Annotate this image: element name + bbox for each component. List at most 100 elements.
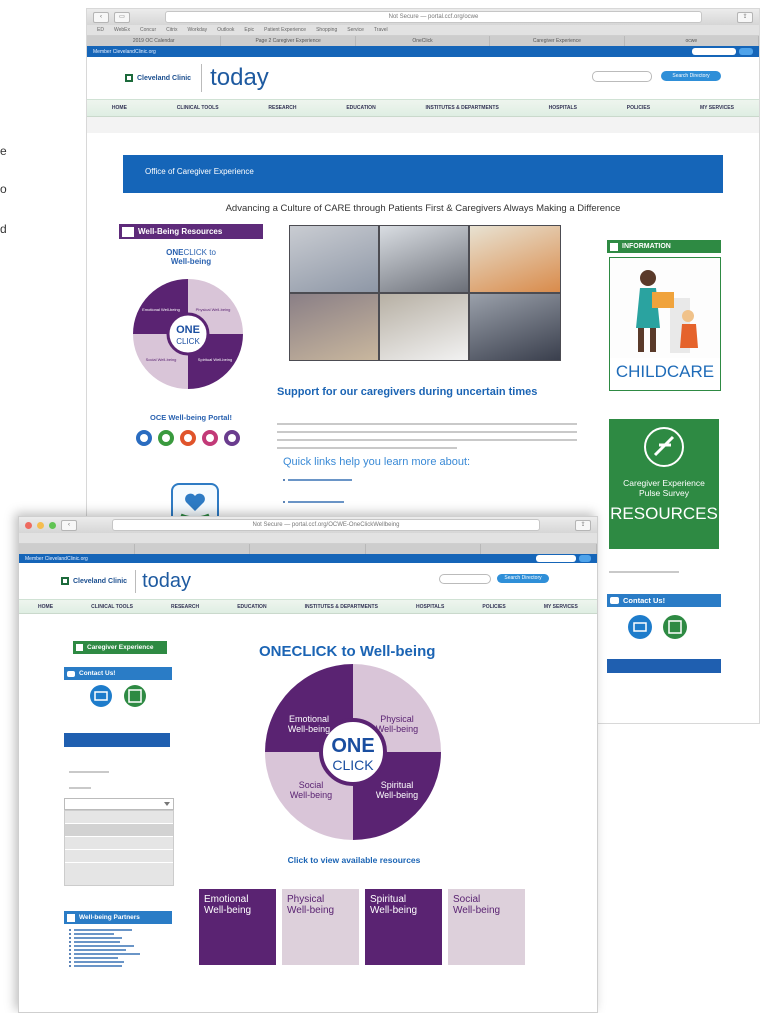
bookmark[interactable]: Travel xyxy=(374,27,388,33)
sidebar-menu-item[interactable] xyxy=(65,837,173,850)
bookmark[interactable]: Workday xyxy=(188,27,208,33)
save-icon[interactable] xyxy=(124,685,146,707)
browser-tab[interactable] xyxy=(19,544,135,554)
top-search-button[interactable] xyxy=(739,48,753,55)
nav-item[interactable]: RESEARCH xyxy=(268,105,296,111)
back-nav-back-button[interactable]: ‹ xyxy=(93,11,109,23)
pulse-survey-card[interactable]: Caregiver Experience Pulse Survey RESOUR… xyxy=(609,419,719,549)
tile-physical[interactable]: Physical Well-being xyxy=(282,889,359,965)
member-link[interactable]: Member ClevelandClinic.org xyxy=(25,556,88,562)
today-wordmark[interactable]: today xyxy=(135,569,191,593)
nav-item[interactable]: MY SERVICES xyxy=(544,604,578,610)
email-icon[interactable] xyxy=(628,615,652,639)
quick-link-item[interactable] xyxy=(283,501,344,503)
bookmark[interactable]: Patient Experience xyxy=(264,27,306,33)
nav-item[interactable]: EDUCATION xyxy=(237,604,266,610)
front-info-box[interactable] xyxy=(64,733,170,747)
nav-item[interactable]: HOME xyxy=(112,105,127,111)
browser-tab[interactable] xyxy=(135,544,251,554)
sidebar-menu-item[interactable] xyxy=(65,850,173,863)
partner-link[interactable] xyxy=(69,949,140,951)
browser-tab[interactable]: Caregiver Experience xyxy=(490,36,625,46)
nav-item[interactable]: MY SERVICES xyxy=(700,105,734,111)
browser-tab[interactable]: OneClick xyxy=(356,36,491,46)
tile-spiritual[interactable]: Spiritual Well-being xyxy=(365,889,442,965)
caregiver-experience-button[interactable]: Caregiver Experience xyxy=(73,641,167,654)
nav-item[interactable]: HOSPITALS xyxy=(549,105,577,111)
partner-link[interactable] xyxy=(69,937,140,939)
top-search-input[interactable] xyxy=(536,555,576,562)
nav-item[interactable]: POLICIES xyxy=(482,604,505,610)
partner-link[interactable] xyxy=(69,945,140,947)
nav-item[interactable]: INSTITUTES & DEPARTMENTS xyxy=(305,604,378,610)
partner-link[interactable] xyxy=(69,929,140,931)
partner-link[interactable] xyxy=(69,961,140,963)
browser-tab[interactable] xyxy=(366,544,482,554)
nav-item[interactable]: HOME xyxy=(38,604,53,610)
portal-icon-physical[interactable] xyxy=(157,429,175,447)
email-icon[interactable] xyxy=(90,685,112,707)
back-url-bar[interactable]: Not Secure — portal.ccf.org/ocwe xyxy=(165,11,702,23)
portal-icon-social[interactable] xyxy=(201,429,219,447)
portal-icon-spiritual[interactable] xyxy=(223,429,241,447)
zoom-window-icon[interactable] xyxy=(49,521,56,529)
bookmark[interactable]: Shopping xyxy=(316,27,337,33)
minimize-window-icon[interactable] xyxy=(37,521,44,529)
bookmark[interactable]: Epic xyxy=(244,27,254,33)
tile-social[interactable]: Social Well-being xyxy=(448,889,525,965)
search-directory-button[interactable]: Search Directory xyxy=(497,574,549,583)
sidebar-menu-item[interactable] xyxy=(65,824,173,837)
top-search-button[interactable] xyxy=(579,555,591,562)
browser-tab[interactable] xyxy=(250,544,366,554)
nav-item[interactable]: INSTITUTES & DEPARTMENTS xyxy=(426,105,499,111)
sidebar-menu-item[interactable] xyxy=(65,863,173,875)
nav-item[interactable]: EDUCATION xyxy=(346,105,375,111)
bookmark[interactable]: Concur xyxy=(140,27,156,33)
portal-icon-financial[interactable] xyxy=(179,429,197,447)
partner-link[interactable] xyxy=(69,965,140,967)
directory-search-input[interactable] xyxy=(439,574,491,584)
today-wordmark[interactable]: today xyxy=(201,64,269,92)
directory-search-input[interactable] xyxy=(592,71,652,82)
nav-item[interactable]: CLINICAL TOOLS xyxy=(91,604,133,610)
oneclick-wheel[interactable]: ONE CLICK Emotional Well-being Physical … xyxy=(265,664,441,840)
cleveland-clinic-logo[interactable]: Cleveland Clinic xyxy=(61,577,127,585)
portal-icon-emotional[interactable] xyxy=(135,429,153,447)
sidebar-select[interactable] xyxy=(64,798,174,810)
oneclick-small-wheel[interactable]: ONE CLICK Emotional Well-being Physical … xyxy=(133,279,243,389)
front-share-button[interactable]: ⇪ xyxy=(575,519,591,531)
search-directory-button[interactable]: Search Directory xyxy=(661,71,721,81)
front-url-bar[interactable]: Not Secure — portal.ccf.org/OCWE-OneClic… xyxy=(112,519,540,531)
top-search-input[interactable] xyxy=(692,48,736,55)
bookmark[interactable]: Service xyxy=(347,27,364,33)
bookmark[interactable]: Citrix xyxy=(166,27,177,33)
nav-item[interactable]: HOSPITALS xyxy=(416,604,444,610)
bookmark[interactable]: Outlook xyxy=(217,27,234,33)
browser-tab[interactable] xyxy=(481,544,597,554)
front-nav-back-button[interactable]: ‹ xyxy=(61,519,77,531)
browser-tab[interactable]: Page 2 Caregiver Experience xyxy=(221,36,356,46)
nav-item[interactable]: RESEARCH xyxy=(171,604,199,610)
save-icon[interactable] xyxy=(663,615,687,639)
quick-link-item[interactable] xyxy=(283,479,352,481)
browser-tab[interactable]: ocwe xyxy=(625,36,759,46)
partner-link[interactable] xyxy=(69,957,140,959)
portal-title[interactable]: OCE Well-being Portal! xyxy=(119,413,263,422)
nav-item[interactable]: CLINICAL TOOLS xyxy=(177,105,219,111)
childcare-card[interactable]: CHILDCARE xyxy=(609,257,721,391)
tile-emotional[interactable]: Emotional Well-being xyxy=(199,889,276,965)
close-window-icon[interactable] xyxy=(25,521,32,529)
partner-link[interactable] xyxy=(69,933,140,935)
cleveland-clinic-logo[interactable]: Cleveland Clinic xyxy=(125,74,191,82)
partner-link[interactable] xyxy=(69,941,140,943)
sidebar-menu-item[interactable] xyxy=(65,811,173,824)
oneclick-small-title[interactable]: ONECLICK to Well-being xyxy=(119,248,263,266)
back-info-box[interactable] xyxy=(607,659,721,673)
back-share-button[interactable]: ⇪ xyxy=(737,11,753,23)
back-sidebar-button[interactable]: ▭ xyxy=(114,11,130,23)
partner-link[interactable] xyxy=(69,953,140,955)
nav-item[interactable]: POLICIES xyxy=(627,105,650,111)
member-link[interactable]: Member ClevelandClinic.org xyxy=(93,49,156,55)
bookmark[interactable]: ED xyxy=(97,27,104,33)
browser-tab[interactable]: 2019 OC Calendar xyxy=(87,36,222,46)
